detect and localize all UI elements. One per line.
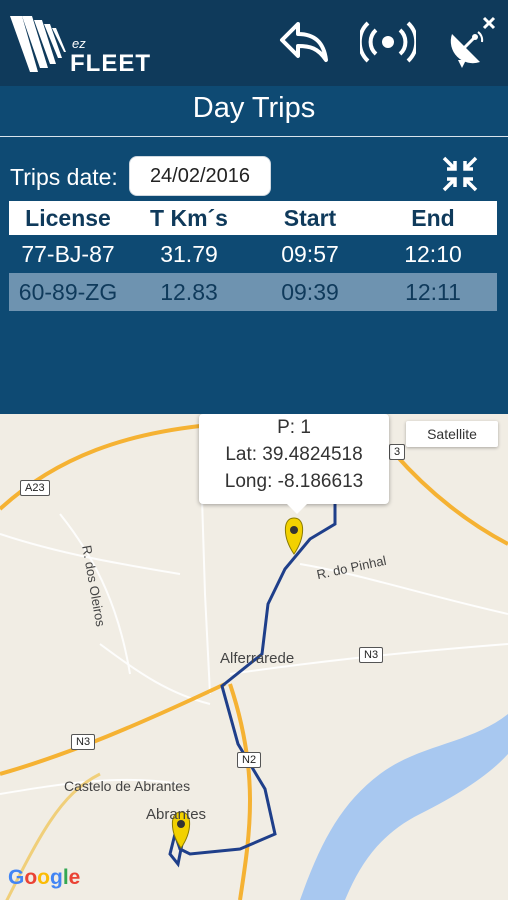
marker-info-window: P: 1 Lat: 39.4824518 Long: -8.186613 bbox=[199, 414, 389, 514]
collapse-arrows-icon bbox=[442, 156, 478, 192]
header-km: T Km´s bbox=[150, 204, 228, 231]
cell-end: 12:10 bbox=[404, 240, 462, 267]
broadcast-icon bbox=[357, 21, 419, 63]
table-row[interactable]: 77-BJ-87 31.79 09:57 12:10 bbox=[9, 235, 497, 273]
top-app-bar: ez FLEET bbox=[0, 0, 508, 86]
logo-prefix: ez bbox=[72, 36, 86, 51]
header-end: End bbox=[411, 204, 455, 231]
cell-end: 12:11 bbox=[405, 278, 461, 305]
table-header: License T Km´s Start End bbox=[9, 201, 497, 235]
road-shield-n3-right: N3 bbox=[359, 647, 384, 663]
back-button[interactable] bbox=[276, 14, 332, 70]
signal-button[interactable] bbox=[357, 14, 419, 70]
info-window-tail bbox=[287, 504, 307, 514]
road-shield-n2: N2 bbox=[237, 752, 262, 768]
header-start: Start bbox=[283, 204, 337, 231]
logo-stripes-icon bbox=[10, 16, 66, 72]
trips-panel: Trips date: 24/02/2016 License T Km´s St… bbox=[0, 137, 508, 414]
place-label-alferrarede: Alferrarede bbox=[220, 650, 295, 667]
road-shield-a23-right: 3 bbox=[389, 444, 406, 460]
table-row-selected[interactable]: 60-89-ZG 12.83 09:39 12:11 bbox=[9, 273, 497, 311]
trips-date-field[interactable]: 24/02/2016 bbox=[129, 156, 271, 196]
satellite-toggle-button[interactable]: Satellite bbox=[406, 421, 498, 447]
cell-license: 77-BJ-87 bbox=[21, 240, 115, 267]
trips-date-label: Trips date: bbox=[10, 164, 118, 190]
cell-license: 60-89-ZG bbox=[18, 278, 118, 305]
info-latitude: Lat: 39.4824518 bbox=[225, 444, 363, 465]
road-shield-a23: A23 bbox=[20, 480, 50, 496]
ezfleet-logo: ez FLEET bbox=[8, 10, 151, 77]
header-license: License bbox=[25, 204, 111, 231]
google-attribution-logo: Google bbox=[8, 866, 81, 889]
title-bar: Day Trips bbox=[0, 86, 508, 137]
logo-name: FLEET bbox=[70, 50, 151, 77]
cell-start: 09:39 bbox=[281, 278, 339, 305]
back-arrow-icon bbox=[280, 22, 328, 62]
cell-km: 31.79 bbox=[160, 240, 218, 267]
river-shape bbox=[300, 714, 508, 900]
collapse-button[interactable] bbox=[440, 154, 480, 194]
marker-p1[interactable] bbox=[284, 517, 304, 555]
info-longitude: Long: -8.186613 bbox=[224, 471, 364, 492]
place-label-castelo: Castelo de Abrantes bbox=[64, 778, 191, 794]
place-label-abrantes: Abrantes bbox=[146, 806, 207, 823]
satellite-disconnect-button[interactable] bbox=[444, 14, 500, 70]
route-map[interactable]: A23 3 R. dos Oleiros R. do Pinhal Alferr… bbox=[0, 414, 508, 900]
info-point: P: 1 bbox=[277, 417, 311, 438]
trips-table: License T Km´s Start End 77-BJ-87 31.79 … bbox=[9, 201, 497, 311]
page-title: Day Trips bbox=[192, 92, 316, 124]
road-shield-n3-left: N3 bbox=[71, 734, 96, 750]
cell-start: 09:57 bbox=[281, 240, 339, 267]
cell-km: 12.83 bbox=[160, 278, 218, 305]
satellite-dish-icon bbox=[450, 16, 496, 68]
